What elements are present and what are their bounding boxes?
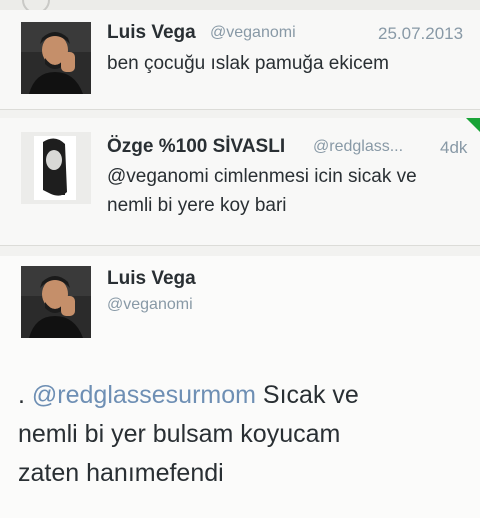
tweet-text-line-3: zaten hanımefendi: [18, 459, 224, 487]
expanded-tweet[interactable]: Luis Vega @veganomi . @redglassesurmom S…: [0, 256, 480, 518]
avatar[interactable]: [21, 266, 91, 338]
author-name[interactable]: Luis Vega: [107, 268, 196, 290]
author-handle[interactable]: @redglass...: [313, 138, 403, 156]
corner-marker: [466, 118, 480, 132]
tweet-text: ben çocuğu ıslak pamuğa ekicem: [107, 53, 389, 74]
author-handle[interactable]: @veganomi: [210, 24, 296, 42]
author-name[interactable]: Luis Vega: [107, 22, 196, 44]
avatar[interactable]: [21, 22, 91, 94]
reply-tweet-card[interactable]: Özge %100 SİVASLI @redglass... 4dk @vega…: [0, 118, 480, 246]
tweet-text-line-1: . @redglassesurmom Sıcak ve: [18, 376, 359, 415]
author-name[interactable]: Özge %100 SİVASLI: [107, 136, 285, 158]
tweet-text-line-2: nemli bi yer bulsam koyucam: [18, 420, 341, 448]
avatar-photo-icon: [21, 266, 91, 338]
avatar-photo-icon: [21, 22, 91, 94]
tweet-text-line-1: @veganomi cimlenmesi icin sicak ve: [107, 166, 417, 187]
avatar-photo-icon: [21, 132, 91, 204]
tweet-card[interactable]: Luis Vega @veganomi 25.07.2013 ben çocuğ…: [0, 10, 480, 110]
top-strip: [0, 0, 480, 14]
tweet-text-line-2: nemli bi yere koy bari: [107, 195, 287, 216]
text-rest: Sıcak ve: [255, 381, 359, 409]
tweet-time[interactable]: 4dk: [440, 138, 467, 158]
tweet-date[interactable]: 25.07.2013: [378, 24, 463, 44]
mention-link[interactable]: @redglassesurmom: [32, 381, 256, 409]
author-handle[interactable]: @veganomi: [107, 296, 193, 314]
text-prefix: .: [18, 381, 32, 409]
avatar[interactable]: [21, 132, 91, 204]
